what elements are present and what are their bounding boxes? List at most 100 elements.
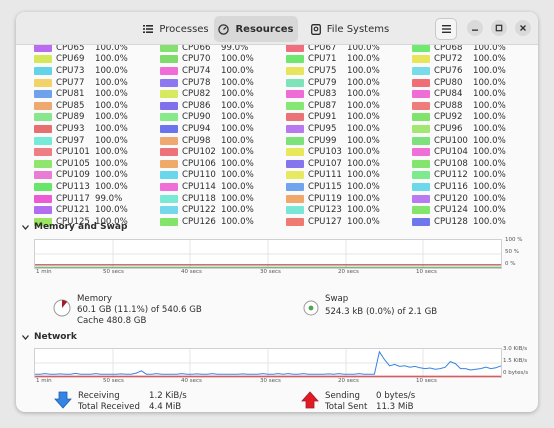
cpu-color-swatch[interactable] (412, 171, 430, 180)
cpu-color-swatch[interactable] (160, 101, 178, 110)
cpu-color-swatch[interactable] (412, 66, 430, 75)
cpu-color-swatch[interactable] (286, 217, 304, 226)
cpu-color-swatch[interactable] (286, 171, 304, 180)
cpu-name: CPU65 (56, 45, 85, 53)
cpu-color-swatch[interactable] (412, 206, 430, 215)
cpu-color-swatch[interactable] (34, 101, 52, 110)
cpu-color-swatch[interactable] (160, 159, 178, 168)
cpu-color-swatch[interactable] (412, 136, 430, 145)
minimize-button[interactable] (467, 20, 483, 36)
cpu-name: CPU100 (434, 135, 468, 146)
cpu-color-swatch[interactable] (412, 45, 430, 52)
cpu-row: CPU81 100.0% CPU82 100.0% CPU83 100.0% CPU84 10… (16, 88, 538, 100)
cpu-color-swatch[interactable] (160, 217, 178, 226)
cpu-color-swatch[interactable] (34, 78, 52, 87)
cpu-color-swatch[interactable] (160, 55, 178, 64)
cpu-color-swatch[interactable] (160, 194, 178, 203)
cpu-color-swatch[interactable] (34, 124, 52, 133)
cpu-usage-value: 100.0% (95, 100, 128, 111)
cpu-color-swatch[interactable] (286, 55, 304, 64)
cpu-color-swatch[interactable] (412, 148, 430, 157)
cpu-color-swatch[interactable] (286, 101, 304, 110)
cpu-color-swatch[interactable] (286, 148, 304, 157)
tab-file-systems[interactable]: File Systems (305, 16, 395, 42)
cpu-row: CPU97 100.0% CPU98 100.0% CPU99 100.0% CPU100 1… (16, 135, 538, 147)
cpu-color-swatch[interactable] (34, 206, 52, 215)
cpu-item: CPU107 100.0% (286, 158, 380, 170)
cpu-color-swatch[interactable] (286, 206, 304, 215)
cpu-color-swatch[interactable] (286, 45, 304, 52)
cpu-color-swatch[interactable] (160, 171, 178, 180)
sending-rate: 0 bytes/s (376, 391, 416, 401)
cpu-color-swatch[interactable] (160, 113, 178, 122)
receiving-label: Receiving (78, 391, 120, 401)
cpu-color-swatch[interactable] (412, 124, 430, 133)
cpu-color-swatch[interactable] (286, 136, 304, 145)
cpu-color-swatch[interactable] (286, 194, 304, 203)
network-section-header[interactable]: Network (22, 332, 77, 342)
cpu-item: CPU78 100.0% (160, 77, 254, 89)
memory-swap-section-header[interactable]: Memory and Swap (22, 222, 127, 232)
cpu-color-swatch[interactable] (34, 55, 52, 64)
cpu-color-swatch[interactable] (412, 78, 430, 87)
tab-processes[interactable]: Processes (136, 16, 216, 42)
cpu-color-swatch[interactable] (160, 148, 178, 157)
cpu-color-swatch[interactable] (34, 171, 52, 180)
cpu-name: CPU103 (308, 147, 342, 158)
cpu-color-swatch[interactable] (34, 136, 52, 145)
cpu-usage-value: 100.0% (347, 89, 380, 100)
cpu-color-swatch[interactable] (286, 113, 304, 122)
cpu-color-swatch[interactable] (412, 101, 430, 110)
cpu-row: CPU121 100.0% CPU122 100.0% CPU123 100.0% CPU1… (16, 204, 538, 216)
cpu-color-swatch[interactable] (160, 206, 178, 215)
swap-pie-icon (303, 300, 319, 316)
cpu-color-swatch[interactable] (412, 194, 430, 203)
cpu-name: CPU77 (56, 77, 85, 88)
cpu-color-swatch[interactable] (34, 66, 52, 75)
cpu-name: CPU126 (182, 216, 216, 227)
cpu-color-swatch[interactable] (34, 194, 52, 203)
cpu-row: CPU77 100.0% CPU78 100.0% CPU79 100.0% CPU80 10… (16, 77, 538, 89)
tab-resources[interactable]: Resources (214, 16, 298, 42)
cpu-usage-value: 100.0% (347, 205, 380, 216)
cpu-item: CPU117 99.0% (34, 193, 122, 205)
cpu-row: CPU105 100.0% CPU106 100.0% CPU107 100.0% CPU1… (16, 158, 538, 170)
cpu-color-swatch[interactable] (160, 182, 178, 191)
cpu-color-swatch[interactable] (286, 90, 304, 99)
chevron-down-icon (22, 224, 29, 230)
cpu-color-swatch[interactable] (412, 90, 430, 99)
cpu-color-swatch[interactable] (34, 90, 52, 99)
cpu-color-swatch[interactable] (160, 90, 178, 99)
cpu-color-swatch[interactable] (286, 159, 304, 168)
cpu-color-swatch[interactable] (286, 78, 304, 87)
memory-x-tick: 50 secs (103, 269, 124, 275)
cpu-color-swatch[interactable] (34, 148, 52, 157)
maximize-button[interactable] (491, 20, 507, 36)
cpu-name: CPU78 (182, 77, 211, 88)
cpu-color-swatch[interactable] (160, 78, 178, 87)
cpu-usage-value: 100.0% (221, 54, 254, 65)
cpu-color-swatch[interactable] (412, 113, 430, 122)
cpu-color-swatch[interactable] (34, 182, 52, 191)
cpu-usage-value: 100.0% (347, 158, 380, 169)
cpu-color-swatch[interactable] (34, 159, 52, 168)
cpu-color-swatch[interactable] (160, 66, 178, 75)
close-button[interactable] (515, 20, 531, 36)
cpu-item: CPU122 100.0% (160, 204, 254, 216)
cpu-color-swatch[interactable] (286, 182, 304, 191)
cpu-color-swatch[interactable] (412, 55, 430, 64)
cpu-color-swatch[interactable] (412, 217, 430, 226)
cpu-color-swatch[interactable] (412, 159, 430, 168)
cpu-name: CPU106 (182, 158, 216, 169)
cpu-item: CPU120 100.0% (412, 193, 506, 205)
cpu-color-swatch[interactable] (160, 124, 178, 133)
cpu-color-swatch[interactable] (286, 124, 304, 133)
cpu-color-swatch[interactable] (160, 45, 178, 52)
main-menu-button[interactable] (435, 18, 457, 40)
cpu-color-swatch[interactable] (34, 45, 52, 52)
cpu-color-swatch[interactable] (412, 182, 430, 191)
cpu-color-swatch[interactable] (34, 113, 52, 122)
cpu-usage-value: 100.0% (221, 205, 254, 216)
cpu-color-swatch[interactable] (160, 136, 178, 145)
cpu-color-swatch[interactable] (286, 66, 304, 75)
